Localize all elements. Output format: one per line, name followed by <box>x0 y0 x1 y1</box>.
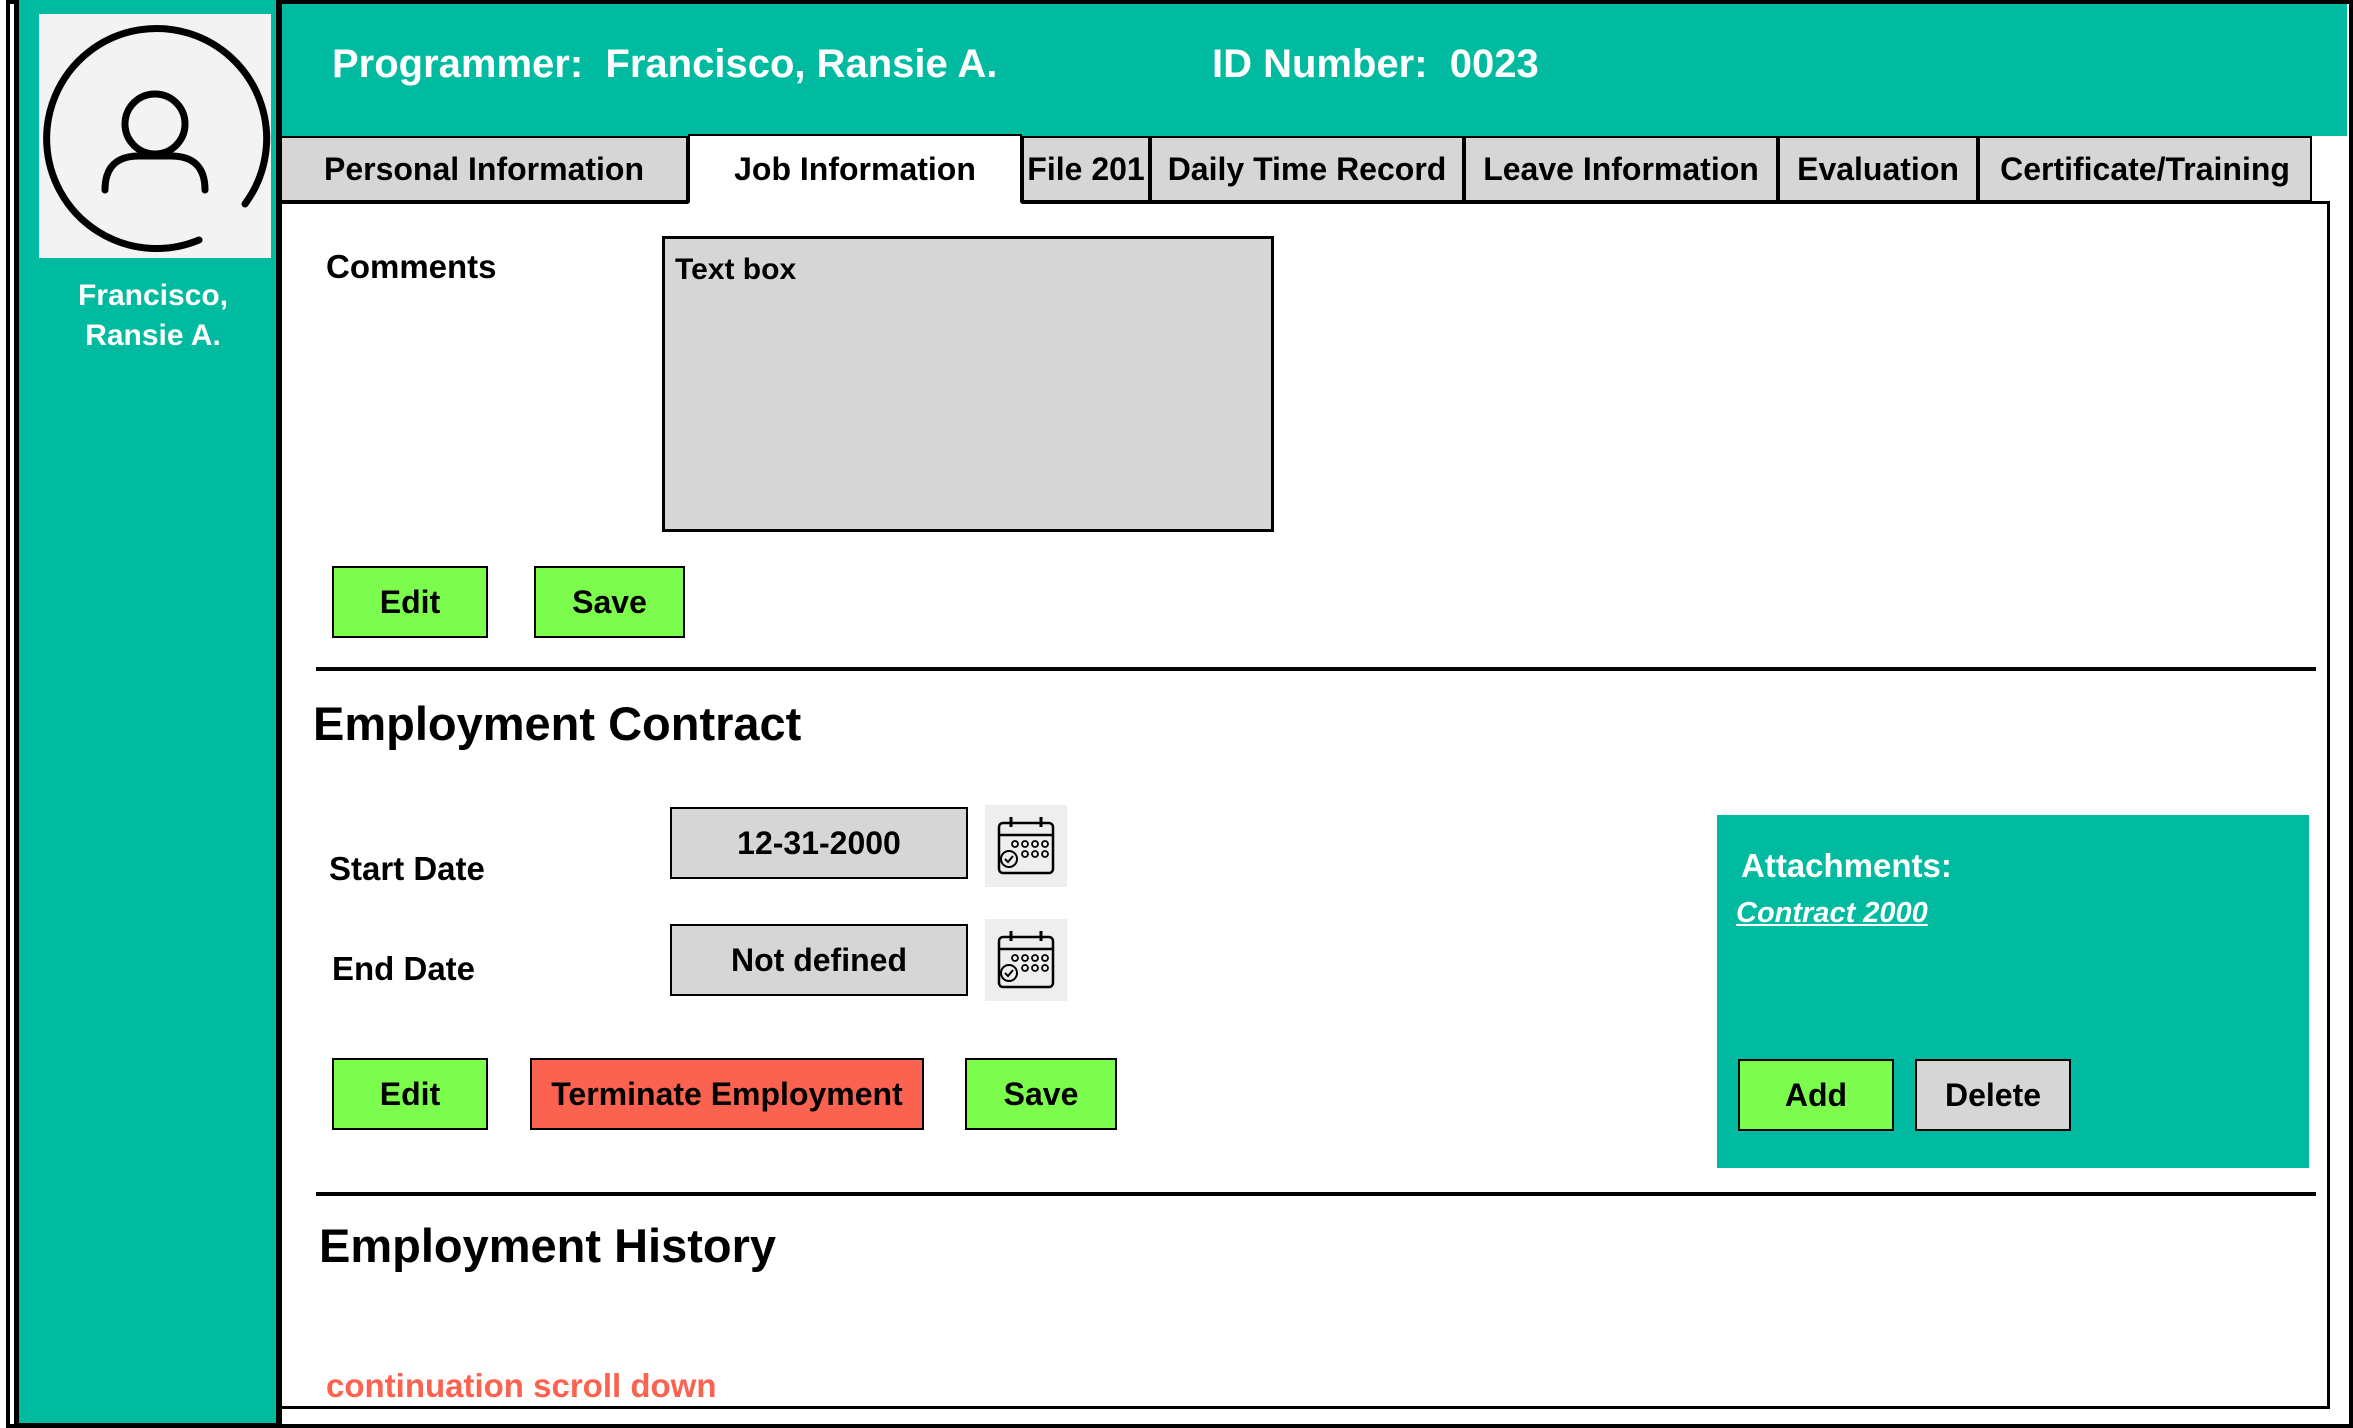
sidebar-user-name: Francisco, Ransie A. <box>77 279 229 352</box>
header-bar: Programmer: Francisco, Ransie A. ID Numb… <box>282 4 2347 136</box>
sidebar: Francisco, Ransie A. <box>14 0 282 1428</box>
employment-history-title: Employment History <box>319 1219 777 1272</box>
tab-file-201[interactable]: File 201 <box>1022 136 1150 202</box>
contract-edit-button[interactable]: Edit <box>332 1058 488 1130</box>
terminate-employment-button[interactable]: Terminate Employment <box>530 1058 924 1130</box>
end-date-field[interactable]: Not defined <box>670 924 968 996</box>
id-number-label: ID Number: 0023 <box>1212 42 1539 86</box>
tab-personal-information[interactable]: Personal Information <box>280 136 688 202</box>
attachments-title: Attachments: <box>1741 847 1952 884</box>
tab-daily-time-record[interactable]: Daily Time Record <box>1150 136 1464 202</box>
tab-leave-information[interactable]: Leave Information <box>1464 136 1778 202</box>
section-divider <box>316 1192 2316 1196</box>
tab-evaluation[interactable]: Evaluation <box>1778 136 1978 202</box>
start-date-field[interactable]: 12-31-2000 <box>670 807 968 879</box>
comments-textbox[interactable]: Text box <box>662 236 1274 532</box>
comments-label: Comments <box>326 248 497 285</box>
attachments-panel: Attachments: Contract 2000 Add Delete <box>1717 815 2309 1168</box>
comments-save-button[interactable]: Save <box>534 566 685 638</box>
start-date-label: Start Date <box>329 850 485 887</box>
comments-edit-button[interactable]: Edit <box>332 566 488 638</box>
tab-certificate-training[interactable]: Certificate/Training <box>1978 136 2312 202</box>
contract-save-button[interactable]: Save <box>965 1058 1117 1130</box>
calendar-icon <box>997 817 1055 875</box>
start-date-calendar-button[interactable] <box>985 805 1067 887</box>
scroll-down-note: continuation scroll down <box>326 1367 717 1404</box>
programmer-label: Programmer: Francisco, Ransie A. <box>332 42 998 86</box>
calendar-icon <box>997 931 1055 989</box>
user-circle-icon <box>43 24 271 252</box>
attachments-delete-button[interactable]: Delete <box>1915 1059 2071 1131</box>
avatar <box>39 14 271 258</box>
employment-contract-title: Employment Contract <box>313 697 802 750</box>
attachments-add-button[interactable]: Add <box>1738 1059 1894 1131</box>
end-date-calendar-button[interactable] <box>985 919 1067 1001</box>
attachment-link-contract-2000[interactable]: Contract 2000 <box>1736 897 1928 930</box>
tab-job-information[interactable]: Job Information <box>688 134 1022 204</box>
section-divider <box>316 667 2316 671</box>
end-date-label: End Date <box>332 950 476 987</box>
